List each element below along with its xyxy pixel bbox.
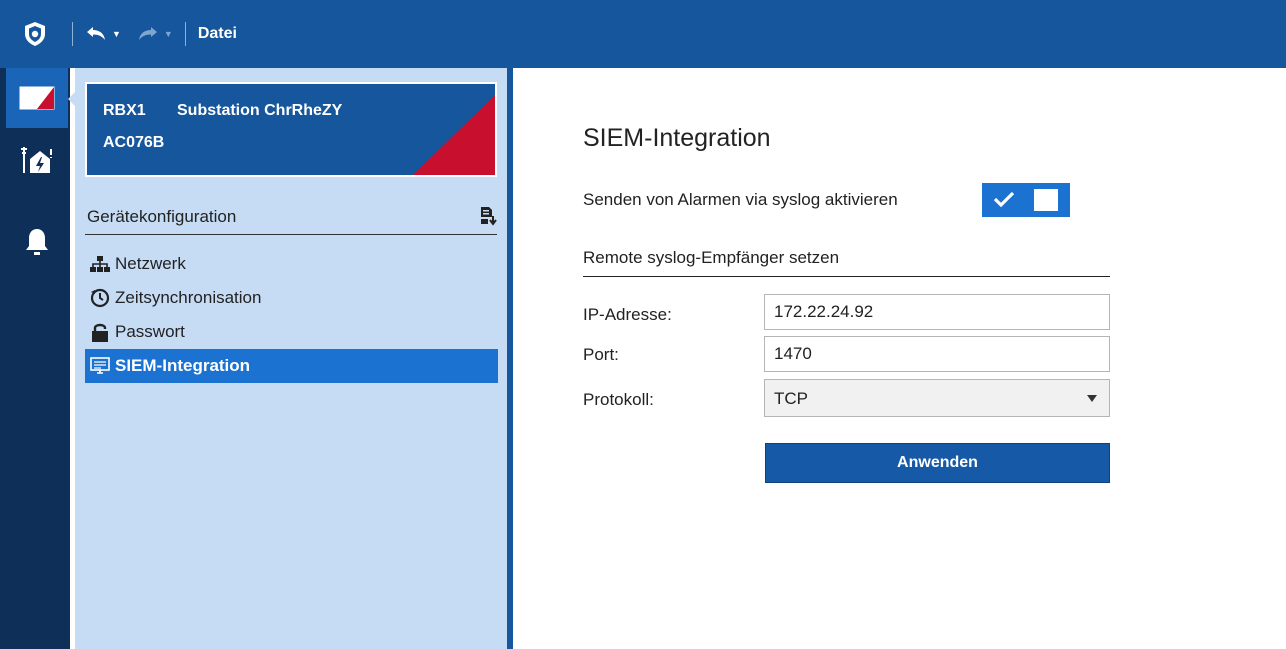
device-card[interactable]: RBX1 Substation ChrRheZY AC076B — [85, 82, 497, 177]
panel-divider — [507, 68, 513, 649]
redo-dropdown-icon[interactable]: ▼ — [164, 29, 173, 39]
device-icon — [19, 86, 55, 110]
network-icon — [89, 254, 111, 274]
nav-item-label: Passwort — [115, 322, 185, 341]
app-logo — [0, 0, 70, 68]
nav-item-siem-integration[interactable]: SIEM-Integration — [85, 349, 498, 383]
protocol-select[interactable]: TCP — [764, 379, 1110, 417]
apply-button[interactable]: Anwenden — [765, 443, 1110, 483]
config-section-title: Gerätekonfiguration — [87, 207, 237, 226]
clock-sync-icon — [89, 288, 111, 308]
protocol-label: Protokoll: — [583, 390, 654, 409]
port-label: Port: — [583, 345, 619, 364]
nav-item-passwort[interactable]: Passwort — [85, 315, 498, 349]
bell-icon — [26, 229, 48, 255]
syslog-receiver-title: Remote syslog-Empfänger setzen — [583, 248, 840, 267]
redo-button[interactable]: ▼ — [133, 19, 177, 49]
device-id: RBX1 — [103, 102, 146, 119]
rail-item-device[interactable] — [6, 68, 68, 128]
rail-item-substation[interactable] — [6, 130, 68, 190]
device-card-corner — [413, 95, 495, 175]
protocol-value: TCP — [774, 389, 808, 408]
syslog-toggle[interactable] — [982, 183, 1070, 217]
nav-item-label: Zeitsynchronisation — [115, 288, 262, 307]
config-section-header: Gerätekonfiguration — [85, 203, 497, 235]
export-config-icon[interactable] — [479, 206, 497, 231]
undo-icon — [87, 27, 105, 40]
toolbar-separator — [72, 22, 73, 46]
toolbar-separator — [184, 22, 186, 46]
ip-address-input[interactable] — [764, 294, 1110, 330]
syslog-receiver-header: Remote syslog-Empfänger setzen — [583, 243, 1110, 277]
check-icon — [992, 189, 1016, 214]
file-menu[interactable]: Datei — [194, 25, 241, 43]
ip-label: IP-Adresse: — [583, 305, 672, 324]
device-name: Substation ChrRheZY — [177, 102, 343, 119]
nav-item-label: SIEM-Integration — [115, 356, 251, 375]
dropdown-arrow-icon — [1087, 395, 1097, 402]
monitor-icon — [89, 356, 111, 376]
navigation-rail — [0, 68, 77, 649]
nav-item-zeitsynchronisation[interactable]: Zeitsynchronisation — [85, 281, 498, 315]
rail-item-alarms[interactable] — [6, 212, 68, 272]
toggle-knob — [1034, 189, 1058, 211]
shield-logo-icon — [25, 22, 45, 46]
port-input[interactable] — [764, 336, 1110, 372]
lock-icon — [89, 322, 111, 342]
syslog-toggle-label: Senden von Alarmen via syslog aktivieren — [583, 190, 898, 209]
configuration-panel: RBX1 Substation ChrRheZY AC076B Geräteko… — [75, 68, 507, 649]
redo-icon — [138, 27, 157, 40]
top-toolbar: ▼ ▼ Datei — [0, 0, 1286, 68]
undo-button[interactable]: ▼ — [81, 19, 125, 49]
substation-icon — [21, 147, 52, 173]
undo-dropdown-icon[interactable]: ▼ — [112, 29, 121, 39]
page-title: SIEM-Integration — [583, 124, 771, 152]
nav-item-netzwerk[interactable]: Netzwerk — [85, 247, 498, 281]
device-serial: AC076B — [103, 134, 165, 151]
nav-item-label: Netzwerk — [115, 254, 186, 273]
